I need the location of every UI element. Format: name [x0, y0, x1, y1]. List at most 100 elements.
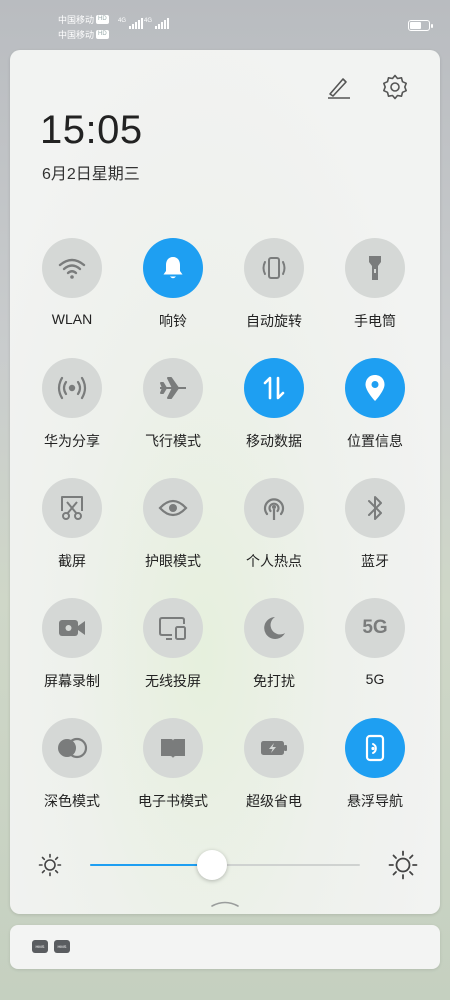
toggle-circle [244, 238, 304, 298]
toggle-airplane-mode[interactable]: 飞行模式 [123, 358, 223, 451]
toggle-location[interactable]: 位置信息 [325, 358, 425, 451]
clock-date: 6月2日星期三 [42, 166, 140, 183]
toggle-label: 飞行模式 [145, 433, 201, 449]
brightness-fill [90, 864, 212, 866]
wireless-projection-icon [159, 617, 186, 640]
toggle-label: WLAN [51, 311, 93, 327]
toggle-circle [244, 718, 304, 778]
toggle-wlan[interactable]: WLAN [22, 238, 122, 327]
toggle-circle [345, 358, 405, 418]
carrier-2-name: 中国移动 [58, 30, 95, 40]
toggle-circle [143, 598, 203, 658]
bell-icon [163, 257, 183, 279]
hms-icon: HMS [54, 940, 70, 953]
battery-icon [408, 20, 433, 31]
carrier-1: 中国移动 HD [58, 13, 109, 26]
toggle-circle [345, 478, 405, 538]
share-icon [57, 376, 87, 400]
hd-badge: HD [96, 15, 109, 24]
toggle-ebook-mode[interactable]: 电子书模式 [123, 718, 223, 811]
toggle-label: 5G [365, 671, 385, 687]
toggle-circle [42, 478, 102, 538]
toggle-5g[interactable]: 5G 5G [325, 598, 425, 687]
toggle-label: 个人热点 [246, 553, 302, 569]
toggle-floating-nav[interactable]: 悬浮导航 [325, 718, 425, 811]
hms-icon: HMS [32, 940, 48, 953]
hotspot-icon [263, 498, 285, 520]
toggle-eye-comfort[interactable]: 护眼模式 [123, 478, 223, 571]
toggle-circle [42, 238, 102, 298]
toggle-battery-saver[interactable]: 超级省电 [224, 718, 324, 811]
pencil-icon [328, 78, 350, 99]
toggle-circle [244, 478, 304, 538]
clock-time: 15:05 [40, 108, 143, 152]
network-type-1: 4G [118, 18, 127, 24]
eye-icon [158, 499, 188, 517]
toggle-auto-rotate[interactable]: 自动旋转 [224, 238, 324, 331]
gear-icon [383, 74, 407, 100]
signal-icon: 4G [118, 18, 144, 29]
5g-icon: 5G [362, 617, 388, 638]
settings-button[interactable] [380, 72, 410, 102]
toggle-wireless-projection[interactable]: 无线投屏 [123, 598, 223, 691]
toggle-label: 电子书模式 [138, 793, 208, 809]
moon-icon [264, 617, 285, 639]
edit-button[interactable] [324, 72, 354, 102]
floating-nav-icon [365, 734, 385, 762]
toggle-circle [42, 358, 102, 418]
control-panel: 15:05 6月2日星期三 WLAN 响铃 自动旋转 手电筒 华为分享 飞行模式… [10, 50, 440, 914]
toggle-label: 蓝牙 [361, 553, 389, 569]
carrier-2: 中国移动 HD [58, 28, 109, 41]
screen-record-icon [59, 620, 85, 636]
toggle-circle [244, 598, 304, 658]
notification-card[interactable]: HMS HMS [10, 925, 440, 969]
toggle-label: 无线投屏 [145, 673, 201, 689]
toggle-circle [345, 718, 405, 778]
toggle-circle [143, 478, 203, 538]
toggle-screen-record[interactable]: 屏幕录制 [22, 598, 122, 691]
signal-icon: 4G [144, 18, 170, 29]
toggle-huawei-share[interactable]: 华为分享 [22, 358, 122, 451]
toggle-ringer[interactable]: 响铃 [123, 238, 223, 331]
hd-badge: HD [96, 30, 109, 39]
toggle-screenshot[interactable]: 截屏 [22, 478, 122, 571]
toggle-label: 截屏 [58, 553, 86, 569]
location-icon [365, 375, 385, 401]
toggle-mobile-data[interactable]: 移动数据 [224, 358, 324, 451]
toggle-dark-mode[interactable]: 深色模式 [22, 718, 122, 811]
mobile-data-icon [263, 376, 285, 400]
toggle-label: 移动数据 [246, 433, 302, 449]
toggle-circle: 5G [345, 598, 405, 658]
status-bar: 中国移动 HD 中国移动 HD 4G 4G [0, 0, 450, 48]
toggle-label: 手电筒 [354, 313, 396, 329]
sun-large-icon [388, 850, 418, 880]
screenshot-icon [61, 496, 83, 520]
flashlight-icon [369, 256, 381, 280]
bluetooth-icon [368, 496, 382, 520]
toggle-circle [143, 238, 203, 298]
brightness-thumb[interactable] [196, 850, 227, 880]
toggle-circle [244, 358, 304, 418]
toggle-label: 悬浮导航 [347, 793, 403, 809]
toggle-label: 护眼模式 [145, 553, 201, 569]
toggle-bluetooth[interactable]: 蓝牙 [325, 478, 425, 571]
panel-collapse-handle[interactable] [210, 898, 240, 908]
toggle-circle [42, 598, 102, 658]
rotate-icon [262, 257, 286, 279]
network-type-2: 4G [144, 18, 153, 24]
toggle-label: 自动旋转 [246, 313, 302, 329]
brightness-slider[interactable] [90, 850, 360, 880]
toggle-circle [42, 718, 102, 778]
toggle-hotspot[interactable]: 个人热点 [224, 478, 324, 571]
toggle-flashlight[interactable]: 手电筒 [325, 238, 425, 331]
ebook-icon [161, 739, 185, 758]
toggle-circle [143, 358, 203, 418]
toggle-label: 超级省电 [246, 793, 302, 809]
toggle-circle [345, 238, 405, 298]
toggle-label: 免打扰 [253, 673, 295, 689]
toggle-label: 位置信息 [347, 433, 403, 449]
toggle-do-not-disturb[interactable]: 免打扰 [224, 598, 324, 691]
airplane-icon [160, 377, 186, 399]
brightness-control [38, 850, 418, 880]
toggle-label: 华为分享 [44, 433, 100, 449]
